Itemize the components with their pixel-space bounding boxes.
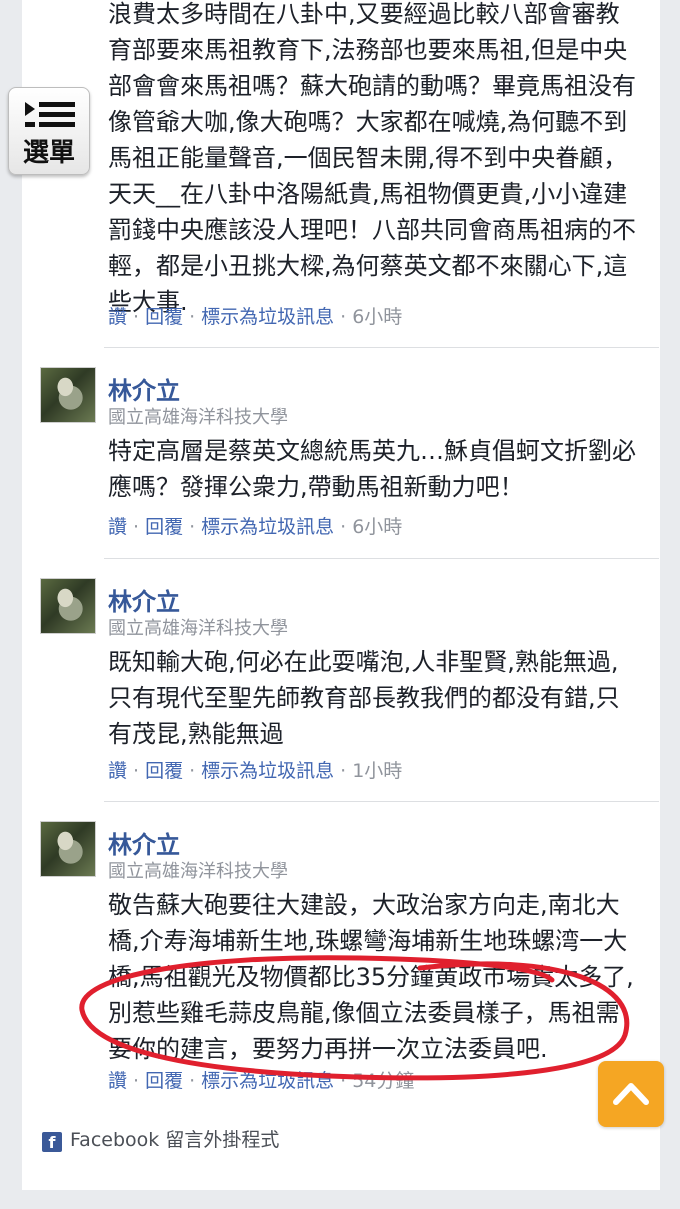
mark-spam-link[interactable]: 標示為垃圾訊息 — [201, 760, 334, 782]
comment-actions: 讚 · 回覆 · 標示為垃圾訊息 · 54分鐘 — [108, 1070, 415, 1092]
reply-link[interactable]: 回覆 — [145, 306, 183, 328]
plugin-label: Facebook 留言外掛程式 — [70, 1129, 280, 1151]
mark-spam-link[interactable]: 標示為垃圾訊息 — [201, 1070, 334, 1092]
comment-actions: 讚 · 回覆 · 標示為垃圾訊息 · 1小時 — [108, 760, 403, 782]
facebook-plugin-link[interactable]: f Facebook 留言外掛程式 — [42, 1125, 279, 1152]
facebook-icon: f — [42, 1132, 62, 1152]
avatar[interactable] — [40, 578, 96, 634]
comment-actions: 讚 · 回覆 · 標示為垃圾訊息 · 6小時 — [108, 516, 403, 538]
like-link[interactable]: 讚 — [108, 516, 127, 538]
like-link[interactable]: 讚 — [108, 306, 127, 328]
commenter-school[interactable]: 國立高雄海洋科技大學 — [108, 614, 288, 640]
commenter-name[interactable]: 林介立 — [108, 825, 180, 860]
comment-text: 敬告蘇大砲要往大建設，大政治家方向走,南北大橋,介寿海埔新生地,珠螺彎海埔新生地… — [108, 891, 634, 1063]
commenter-school[interactable]: 國立高雄海洋科技大學 — [108, 403, 288, 429]
like-link[interactable]: 讚 — [108, 1070, 127, 1092]
menu-label: 選單 — [22, 138, 75, 168]
commenter-school[interactable]: 國立高雄海洋科技大學 — [108, 857, 288, 883]
commenter-name[interactable]: 林介立 — [108, 582, 180, 617]
comment-text: 特定高層是蔡英文總統馬英九…穌貞倡蚵文折劉必應嗎？發揮公衆力,帶動馬祖新動力吧！ — [108, 437, 636, 501]
commenter-name[interactable]: 林介立 — [108, 371, 180, 406]
divider — [104, 347, 659, 348]
comment-time: 6小時 — [352, 516, 403, 538]
comment-text: 既知輸大砲,何必在此耍嘴泡,人非聖賢,熟能無過,只有現代至聖先師教育部長教我們的… — [108, 648, 620, 748]
avatar[interactable] — [40, 821, 96, 877]
like-link[interactable]: 讚 — [108, 760, 127, 782]
comment-actions: 讚 · 回覆 · 標示為垃圾訊息 · 6小時 — [108, 306, 403, 328]
reply-link[interactable]: 回覆 — [145, 760, 183, 782]
comment-text: 浪費太多時間在八卦中,又要經過比較八部會審教育部要來馬祖教育下,法務部也要來馬祖… — [108, 0, 636, 316]
reply-link[interactable]: 回覆 — [145, 1070, 183, 1092]
chevron-up-icon — [613, 1083, 649, 1105]
avatar[interactable] — [40, 367, 96, 423]
mark-spam-link[interactable]: 標示為垃圾訊息 — [201, 306, 334, 328]
comment-time: 1小時 — [352, 760, 403, 782]
list-icon — [25, 102, 75, 127]
divider — [104, 801, 659, 802]
comments-panel: 浪費太多時間在八卦中,又要經過比較八部會審教育部要來馬祖教育下,法務部也要來馬祖… — [22, 0, 660, 1190]
reply-link[interactable]: 回覆 — [145, 516, 183, 538]
divider — [104, 558, 659, 559]
comment-time: 54分鐘 — [352, 1070, 415, 1092]
menu-button[interactable]: 選單 — [8, 87, 90, 175]
comment-time: 6小時 — [352, 306, 403, 328]
mark-spam-link[interactable]: 標示為垃圾訊息 — [201, 516, 334, 538]
scroll-top-button[interactable] — [598, 1061, 664, 1127]
